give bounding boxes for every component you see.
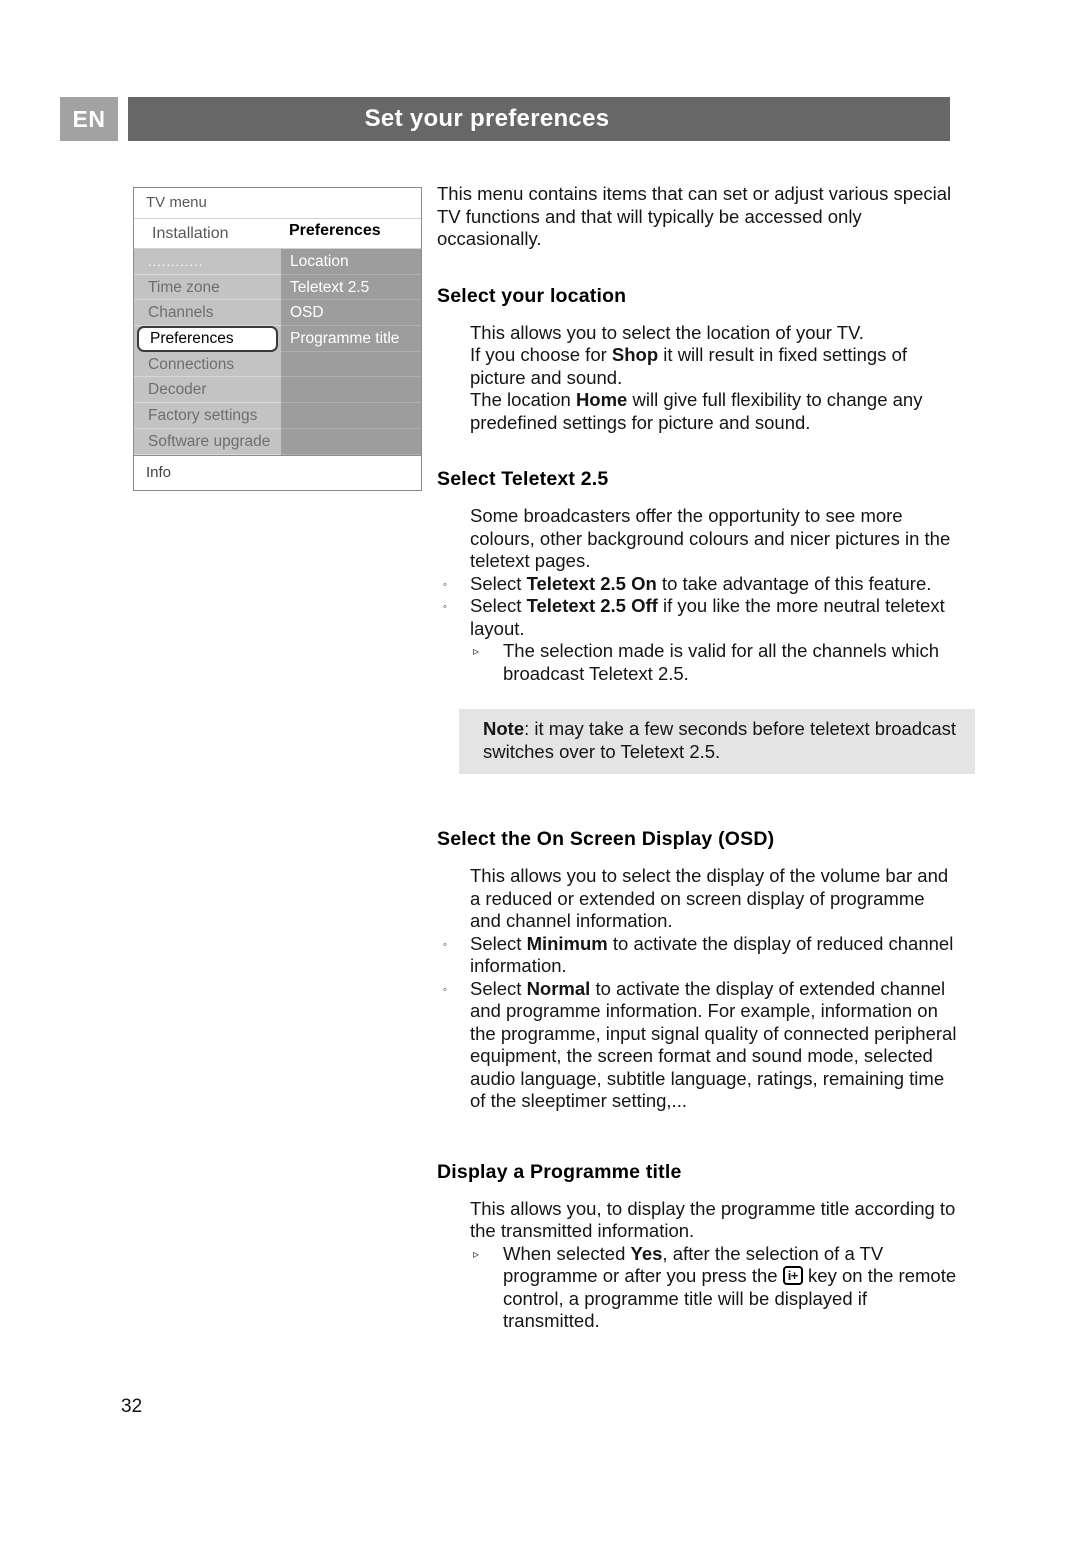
location-line-3: The location Home will give full flexibi… bbox=[437, 389, 957, 434]
programme-title-sub-a: When selected bbox=[503, 1242, 631, 1264]
osd-bullet-normal: ◦ Select Normal to activate the display o… bbox=[437, 978, 957, 1113]
submenu-item-empty-4 bbox=[281, 429, 421, 455]
body-content: This menu contains items that can set or… bbox=[437, 183, 975, 1333]
term-minimum: Minimum bbox=[526, 932, 608, 954]
note-label: Note bbox=[483, 718, 525, 739]
info-plus-key-icon: i+ bbox=[782, 1266, 803, 1285]
heading-select-osd: Select the On Screen Display (OSD) bbox=[437, 828, 775, 850]
osd-bullet-minimum: ◦ Select Minimum to activate the display … bbox=[437, 933, 957, 978]
note-body: : it may take a few seconds before telet… bbox=[483, 718, 957, 762]
note-text: Note: it may take a few seconds before t… bbox=[483, 718, 963, 763]
triangle-bullet-icon: ▹ bbox=[473, 644, 480, 658]
submenu-item-empty-2 bbox=[281, 377, 421, 404]
menu-item-connections[interactable]: Connections bbox=[134, 352, 281, 378]
menu-item-channels[interactable]: Channels bbox=[134, 300, 281, 327]
submenu-item-teletext[interactable]: Teletext 2.5 bbox=[281, 275, 421, 301]
tv-menu-illustration: TV menu Installation Preferences .......… bbox=[133, 187, 422, 491]
intro-paragraph: This menu contains items that can set or… bbox=[437, 183, 952, 249]
term-normal: Normal bbox=[526, 977, 591, 999]
menu-item-software-upgrade[interactable]: Software upgrade bbox=[134, 429, 281, 455]
circle-bullet-icon: ◦ bbox=[443, 578, 447, 591]
teletext-bullet-on-a: Select bbox=[470, 572, 527, 594]
location-line-2: If you choose for Shop it will result in… bbox=[437, 344, 957, 389]
location-line-3-a: The location bbox=[470, 389, 576, 410]
tv-menu-preferences-label: Preferences bbox=[289, 222, 381, 239]
menu-item-time-zone[interactable]: Time zone bbox=[134, 275, 281, 301]
teletext-paragraph: Some broadcasters offer the opportunity … bbox=[470, 505, 951, 571]
submenu-item-osd[interactable]: OSD bbox=[281, 300, 421, 327]
circle-bullet-icon: ◦ bbox=[443, 601, 447, 613]
term-teletext-off: Teletext 2.5 Off bbox=[526, 595, 658, 616]
teletext-subbullet-text: The selection made is valid for all the … bbox=[503, 640, 940, 684]
triangle-bullet-icon: ▹ bbox=[473, 1246, 480, 1261]
location-line-1: This allows you to select the location o… bbox=[470, 321, 864, 343]
osd-bullet-minimum-a: Select bbox=[470, 932, 527, 954]
menu-item-decoder[interactable]: Decoder bbox=[134, 377, 281, 404]
heading-display-programme-title: Display a Programme title bbox=[437, 1160, 682, 1183]
teletext-bullet-off: ◦ Select Teletext 2.5 Off if you like the… bbox=[437, 595, 957, 640]
teletext-bullet-on-c: to take advantage of this feature. bbox=[656, 572, 932, 594]
submenu-item-empty-1 bbox=[281, 352, 421, 378]
tv-menu-right-column: Location Teletext 2.5 OSD Programme titl… bbox=[281, 249, 421, 455]
term-yes: Yes bbox=[630, 1242, 663, 1264]
page-number: 32 bbox=[121, 1396, 143, 1417]
location-line-2-a: If you choose for bbox=[470, 344, 612, 365]
heading-select-teletext: Select Teletext 2.5 bbox=[437, 468, 609, 490]
menu-item-preferences[interactable]: Preferences bbox=[137, 326, 278, 352]
note-box: Note: it may take a few seconds before t… bbox=[459, 709, 975, 774]
page-header: EN Set your preferences bbox=[60, 97, 950, 141]
submenu-item-location[interactable]: Location bbox=[281, 249, 421, 275]
submenu-item-empty-3 bbox=[281, 403, 421, 429]
tv-menu-columns: ............ Time zone Channels Preferen… bbox=[134, 249, 421, 455]
term-shop: Shop bbox=[611, 344, 659, 365]
teletext-bullet-off-a: Select bbox=[470, 595, 527, 616]
tv-menu-installation-label: Installation bbox=[152, 225, 229, 242]
heading-select-your-location: Select your location bbox=[437, 284, 627, 307]
page-title-bar: Set your preferences bbox=[128, 97, 950, 141]
tv-menu-info-label: Info bbox=[134, 454, 421, 490]
term-home: Home bbox=[575, 389, 628, 410]
menu-item-dots[interactable]: ............ bbox=[134, 249, 281, 275]
programme-title-subbullet: ▹ When selected Yes, after the selection … bbox=[437, 1243, 957, 1333]
circle-bullet-icon: ◦ bbox=[443, 938, 447, 951]
programme-title-paragraph: This allows you, to display the programm… bbox=[470, 1197, 956, 1242]
tv-menu-subheader: Installation Preferences bbox=[134, 219, 421, 249]
page-title: Set your preferences bbox=[364, 105, 610, 132]
language-badge: EN bbox=[60, 97, 118, 141]
osd-paragraph: This allows you to select the display of… bbox=[470, 865, 949, 931]
circle-bullet-icon: ◦ bbox=[443, 983, 447, 996]
term-teletext-on: Teletext 2.5 On bbox=[526, 572, 657, 594]
tv-menu-left-column: ............ Time zone Channels Preferen… bbox=[134, 249, 281, 455]
teletext-subbullet: ▹ The selection made is valid for all the… bbox=[437, 640, 957, 685]
submenu-item-programme-title[interactable]: Programme title bbox=[281, 326, 421, 352]
menu-item-factory-settings[interactable]: Factory settings bbox=[134, 403, 281, 429]
osd-bullet-normal-a: Select bbox=[470, 977, 527, 999]
teletext-bullet-on: ◦ Select Teletext 2.5 On to take advantag… bbox=[437, 573, 957, 596]
